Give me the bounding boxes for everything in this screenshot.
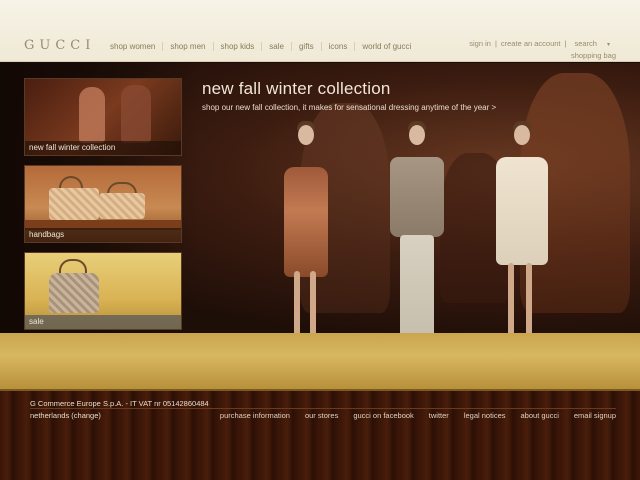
tile-label: new fall winter collection — [25, 141, 181, 155]
tile-fall-winter-collection[interactable]: new fall winter collection — [24, 78, 182, 156]
nav-shop-men[interactable]: shop men — [162, 42, 212, 51]
stage-floor — [0, 333, 640, 391]
site-footer: G Commerce Europe S.p.A. - IT VAT nr 051… — [0, 391, 640, 480]
tile-image — [121, 85, 151, 143]
region-selector[interactable]: netherlands (change) — [30, 411, 101, 420]
nav-sale[interactable]: sale — [261, 42, 291, 51]
search-label: search — [574, 39, 597, 48]
hero-title[interactable]: new fall winter collection — [202, 79, 391, 99]
nav-shop-women[interactable]: shop women — [110, 42, 162, 51]
utility-nav: sign in | create an account | search ▾ — [465, 39, 618, 48]
handbag-image — [49, 273, 99, 313]
tile-sale[interactable]: sale — [24, 252, 182, 330]
main-nav: shop women shop men shop kids sale gifts… — [110, 42, 418, 51]
footer-link-facebook[interactable]: gucci on facebook — [353, 411, 413, 420]
nav-gifts[interactable]: gifts — [290, 42, 321, 51]
nav-world-of-gucci[interactable]: world of gucci — [354, 42, 418, 51]
site-header: GUCCI shop women shop men shop kids sale… — [0, 0, 640, 62]
company-info: G Commerce Europe S.p.A. - IT VAT nr 051… — [30, 399, 209, 408]
create-account-link[interactable]: create an account — [497, 39, 565, 48]
model-figure-3 — [492, 121, 552, 333]
footer-link-legal-notices[interactable]: legal notices — [464, 411, 506, 420]
footer-link-email-signup[interactable]: email signup — [574, 411, 616, 420]
hero-subtitle-link[interactable]: shop our new fall collection, it makes f… — [202, 103, 496, 112]
shopping-bag-link[interactable]: shopping bag — [571, 51, 616, 60]
footer-links: purchase information our stores gucci on… — [205, 411, 616, 420]
footer-link-twitter[interactable]: twitter — [429, 411, 449, 420]
model-figure-1 — [276, 121, 336, 333]
model-figure-2 — [386, 121, 448, 333]
tile-image — [79, 87, 105, 143]
nav-icons[interactable]: icons — [320, 42, 355, 51]
footer-link-about-gucci[interactable]: about gucci — [521, 411, 559, 420]
footer-link-our-stores[interactable]: our stores — [305, 411, 338, 420]
search-link[interactable]: search ▾ — [566, 39, 618, 48]
handbag-image — [99, 193, 145, 219]
sign-in-link[interactable]: sign in — [465, 39, 495, 48]
tile-label: handbags — [25, 228, 181, 242]
chevron-down-icon: ▾ — [606, 42, 610, 48]
gucci-logo[interactable]: GUCCI — [24, 38, 95, 53]
handbag-image — [49, 188, 99, 220]
footer-link-purchase-information[interactable]: purchase information — [220, 411, 290, 420]
tile-label: sale — [25, 315, 181, 329]
nav-shop-kids[interactable]: shop kids — [212, 42, 262, 51]
tile-handbags[interactable]: handbags — [24, 165, 182, 243]
footer-divider — [30, 408, 616, 409]
